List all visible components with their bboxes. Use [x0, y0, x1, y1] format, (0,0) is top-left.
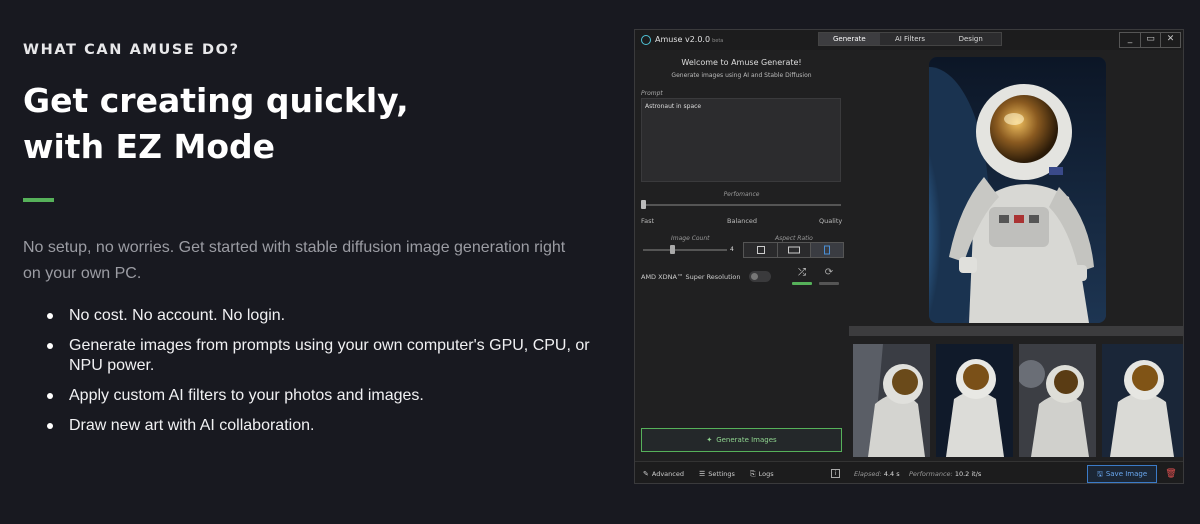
elapsed-stat: Elapsed: 4.4 s — [854, 470, 900, 478]
tab-design[interactable]: Design — [940, 33, 1001, 45]
refresh-indicator — [819, 282, 839, 285]
save-icon: 🖫 — [1096, 470, 1103, 478]
aspect-landscape-button[interactable] — [777, 243, 810, 257]
title-bar: Amuse v2.0.0 beta Generate AI Filters Des… — [635, 30, 1183, 50]
elapsed-value: 4.4 s — [883, 470, 900, 478]
edit-icon: ✎ — [643, 470, 649, 478]
section-description: No setup, no worries. Get started with s… — [23, 239, 566, 282]
landscape-icon — [788, 246, 800, 254]
section-eyebrow: WHAT CAN AMUSE DO? — [23, 42, 240, 58]
section-headline: Get creating quickly, with EZ Mode — [23, 78, 409, 170]
elapsed-label: Elapsed: — [854, 470, 882, 478]
sliders-icon: ☰ — [699, 470, 706, 478]
welcome-subtitle: Generate images using AI and Stable Diff… — [671, 72, 812, 79]
settings-button[interactable]: ☰ Settings — [699, 470, 735, 478]
performance-option-quality: Quality — [819, 217, 843, 225]
shuffle-active-indicator — [792, 282, 812, 285]
performance-slider-handle[interactable] — [641, 200, 646, 209]
thumbnail-image[interactable] — [1019, 344, 1096, 457]
astronaut-thumbnail — [853, 344, 930, 457]
headline-line-1: Get creating quickly, — [23, 81, 409, 120]
info-icon[interactable]: i — [831, 469, 840, 478]
mode-tabs: Generate AI Filters Design — [818, 32, 1002, 46]
refresh-icon[interactable]: ⟳ — [819, 266, 839, 280]
astronaut-thumbnail — [936, 344, 1013, 457]
tab-ai-filters[interactable]: AI Filters — [880, 33, 941, 45]
image-count-slider[interactable] — [643, 249, 727, 251]
accent-divider — [23, 198, 54, 202]
tab-generate[interactable]: Generate — [819, 33, 880, 45]
save-image-label: Save Image — [1105, 470, 1148, 478]
performance-stat-value: 10.2 it/s — [954, 470, 982, 478]
image-count-value: 4 — [730, 246, 734, 253]
magic-wand-icon: ✦ — [706, 436, 713, 444]
performance-option-balanced: Balanced — [727, 217, 758, 225]
image-count-label: Image Count — [671, 235, 710, 242]
logs-label: Logs — [758, 470, 774, 478]
feature-item: Draw new art with AI collaboration. — [47, 416, 607, 436]
astronaut-image — [929, 57, 1106, 323]
logs-icon: ⎘ — [750, 470, 756, 478]
shuffle-icon[interactable]: ⤮ — [792, 266, 812, 280]
thumbnail-image[interactable] — [853, 344, 930, 457]
prompt-input[interactable]: Astronaut in space — [641, 98, 841, 182]
advanced-button[interactable]: ✎ Advanced — [643, 470, 684, 478]
super-resolution-label: AMD XDNA™ Super Resolution — [641, 273, 741, 281]
astronaut-thumbnail — [1102, 344, 1183, 457]
generate-images-button[interactable]: ✦ Generate Images — [641, 428, 842, 452]
performance-stat: Performance: 10.2 it/s — [909, 470, 981, 478]
close-icon[interactable]: ✕ — [1160, 33, 1180, 47]
app-title-text: Amuse v2.0.0 — [655, 35, 711, 44]
window-controls: _ ▭ ✕ — [1119, 32, 1181, 48]
super-resolution-toggle[interactable] — [749, 271, 771, 282]
app-title: Amuse v2.0.0 beta — [655, 35, 723, 44]
thumbnail-strip-scrollbar[interactable] — [849, 326, 1183, 336]
maximize-icon[interactable]: ▭ — [1140, 33, 1160, 47]
aspect-portrait-button[interactable] — [810, 243, 843, 257]
delete-icon[interactable]: 🗑 — [1162, 465, 1180, 483]
feature-item: Apply custom AI filters to your photos a… — [47, 386, 607, 406]
aspect-ratio-label: Aspect Ratio — [775, 235, 813, 242]
welcome-title: Welcome to Amuse Generate! — [681, 58, 802, 67]
thumbnail-image[interactable] — [936, 344, 1013, 457]
performance-stat-label: Performance: — [909, 470, 953, 478]
performance-slider[interactable] — [643, 204, 841, 206]
performance-label: Perfomance — [723, 191, 760, 198]
generated-image-preview — [929, 57, 1106, 323]
amuse-logo-icon — [641, 35, 651, 45]
feature-item: No cost. No account. No login. — [47, 306, 607, 326]
advanced-label: Advanced — [651, 470, 684, 478]
square-icon — [756, 246, 765, 254]
headline-line-2: with EZ Mode — [23, 127, 276, 166]
settings-label: Settings — [708, 470, 735, 478]
generate-images-label: Generate Images — [716, 436, 777, 444]
image-count-slider-handle[interactable] — [670, 245, 675, 254]
minimize-icon[interactable]: _ — [1120, 33, 1140, 47]
performance-option-fast: Fast — [641, 217, 655, 225]
prompt-label: Prompt — [641, 90, 663, 97]
bottom-toolbar: ✎ Advanced ☰ Settings ⎘ Logs i Elapsed: 4.4… — [635, 461, 1183, 483]
portrait-icon — [824, 245, 830, 255]
feature-list: No cost. No account. No login. Generate … — [47, 306, 607, 446]
aspect-square-button[interactable] — [744, 243, 777, 257]
aspect-ratio-selector — [743, 242, 844, 258]
save-image-button[interactable]: 🖫 Save Image — [1087, 465, 1157, 483]
logs-button[interactable]: ⎘ Logs — [750, 470, 774, 479]
feature-item: Generate images from prompts using your … — [47, 336, 607, 376]
app-window: Amuse v2.0.0 beta Generate AI Filters Des… — [634, 29, 1184, 484]
thumbnail-image[interactable] — [1102, 344, 1183, 457]
astronaut-thumbnail — [1019, 344, 1096, 457]
beta-tag: beta — [712, 38, 724, 44]
